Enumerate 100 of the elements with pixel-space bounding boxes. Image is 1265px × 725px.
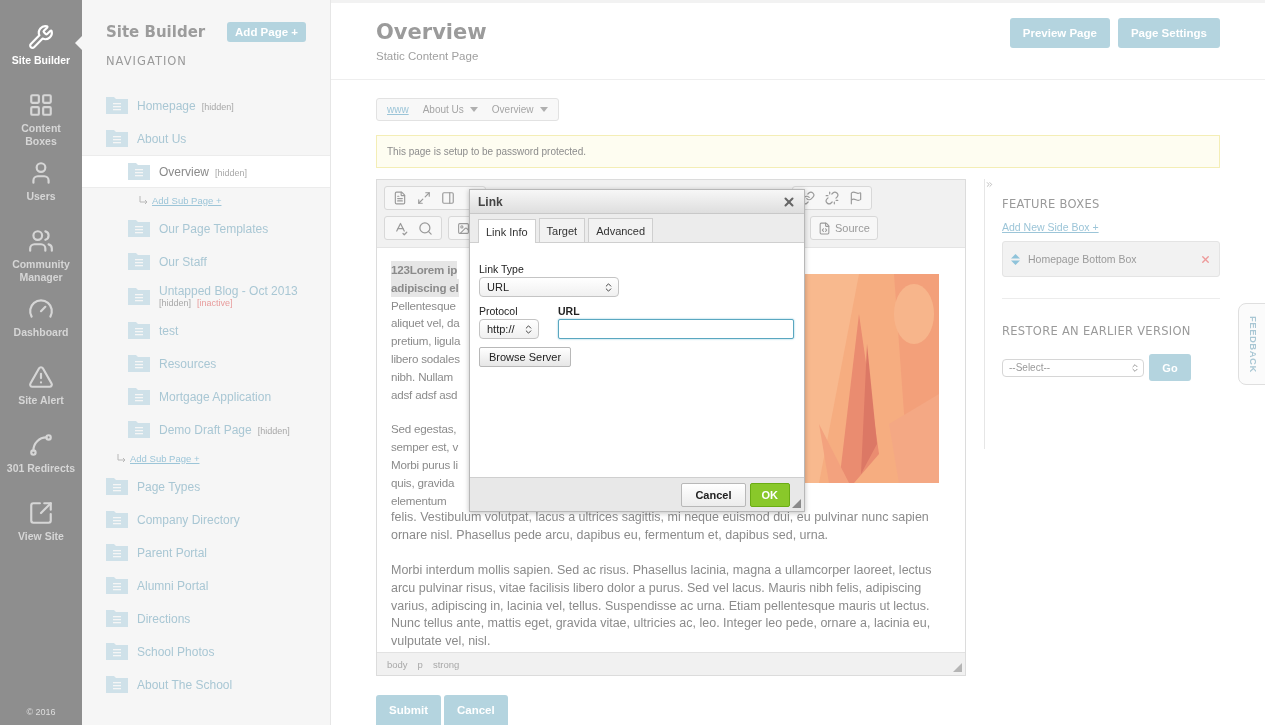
maximize-icon[interactable] <box>417 191 431 205</box>
image-icon[interactable] <box>457 221 470 235</box>
grid-icon <box>28 92 54 118</box>
text-line: semper est, v <box>391 439 458 456</box>
people-icon <box>28 228 54 254</box>
close-icon[interactable] <box>782 194 796 209</box>
external-link-icon <box>28 500 54 526</box>
breadcrumb-item[interactable]: About Us <box>422 104 478 115</box>
header-button[interactable]: Page Settings <box>1117 18 1220 48</box>
source-button[interactable]: Source <box>810 216 878 240</box>
go-button[interactable]: Go <box>1149 354 1191 381</box>
dialog-tab[interactable]: Target <box>538 218 586 242</box>
element-path-item[interactable]: body <box>387 658 408 670</box>
warning-icon <box>28 364 54 390</box>
nav-item[interactable]: Homepage [hidden] <box>82 89 330 122</box>
dialog-tab[interactable]: Advanced <box>588 218 654 242</box>
nav-item[interactable]: Untapped Blog - Oct 2013 [hidden] [inactive] <box>82 278 330 314</box>
section-heading: NAVIGATION <box>105 54 188 68</box>
feature-box-item[interactable]: Homepage Bottom Box <box>1002 241 1220 277</box>
nav-item[interactable]: Overview [hidden] <box>82 155 330 188</box>
element-path-item[interactable]: p <box>417 658 423 670</box>
body-paragraph: felis. Vestibulum volutpat, lacus a ultrices sagittis, mi neque euismod dui, eu pulvinar nunc sapien ornare nisl. Phasellus pede arcu, dapibus eu, fermentum et, dapibus sed, urna. <box>391 509 930 545</box>
breadcrumb-item[interactable]: www <box>387 104 409 115</box>
folder-icon <box>128 253 150 270</box>
nav-item-label: Resources <box>159 356 217 371</box>
folder-icon <box>128 355 150 372</box>
form-button[interactable]: Submit <box>376 695 441 725</box>
dialog-button[interactable]: OK <box>749 482 790 507</box>
add-side-box-link[interactable]: Add New Side Box + <box>1002 221 1099 233</box>
nav-item[interactable]: Mortgage Application <box>82 380 330 413</box>
nav-item-label: About The School <box>137 677 233 692</box>
sidebar-item[interactable]: Content Boxes <box>0 92 82 160</box>
sidebar-item[interactable]: View Site <box>0 500 82 568</box>
nav-item-label: About Us <box>137 131 187 146</box>
sidebar-item[interactable]: Dashboard <box>0 296 82 364</box>
resize-grip-icon[interactable] <box>953 663 962 672</box>
folder-icon <box>106 577 128 594</box>
nav-item[interactable]: test <box>82 314 330 347</box>
nav-item[interactable]: Page Types <box>82 470 330 503</box>
section-heading: FEATURE BOXES <box>1002 197 1101 211</box>
template-icon[interactable] <box>441 191 455 205</box>
element-path-item[interactable]: strong <box>432 658 460 670</box>
form-button[interactable]: Cancel <box>444 695 508 725</box>
nav-item-label: Our Staff <box>159 254 207 269</box>
document-icon[interactable] <box>393 191 407 205</box>
link-type-select[interactable]: URL <box>479 277 619 297</box>
page-title: Overview <box>376 20 487 44</box>
nav-item[interactable]: About Us <box>82 122 330 155</box>
nav-item[interactable]: Directions <box>82 602 330 635</box>
nav-item[interactable]: School Photos <box>82 635 330 668</box>
section-heading: RESTORE AN EARLIER VERSION <box>1002 324 1192 338</box>
sidebar-item[interactable]: Community Manager <box>0 228 82 296</box>
protocol-select[interactable]: http:// <box>479 319 539 339</box>
browse-server-button[interactable]: Browse Server <box>479 347 572 367</box>
add-sub-page-link[interactable]: Add Sub Page + <box>152 194 222 206</box>
page-subtitle: Static Content Page <box>376 50 480 62</box>
up-down-arrows-icon <box>523 323 534 335</box>
expand-icon[interactable] <box>985 180 994 189</box>
nav-item-label: test <box>159 323 179 338</box>
nav-item-label: Demo Draft Page <box>159 422 252 437</box>
spellcheck-icon[interactable] <box>393 220 408 236</box>
dialog-button[interactable]: Cancel <box>681 482 746 507</box>
nav-item[interactable]: Parent Portal <box>82 536 330 569</box>
url-input[interactable] <box>558 319 794 339</box>
header-button[interactable]: Preview Page <box>1009 18 1110 48</box>
nav-item-label: Overview <box>159 164 209 179</box>
alert-message: This page is setup to be password protected. <box>376 135 1220 168</box>
nav-item[interactable]: Our Page Templates <box>82 212 330 245</box>
feedback-tab[interactable]: FEEDBACK <box>1238 303 1265 385</box>
code-file-icon <box>818 221 831 235</box>
folder-icon <box>106 544 128 561</box>
unlink-icon[interactable] <box>825 191 839 205</box>
sidebar-item[interactable]: 301 Redirects <box>0 432 82 500</box>
nav-item[interactable]: Our Staff <box>82 245 330 278</box>
search-icon[interactable] <box>418 220 433 236</box>
text-line: Morbi purus li <box>391 456 458 473</box>
dialog-tab[interactable]: Link Info <box>478 219 536 243</box>
sidebar-item[interactable]: Users <box>0 160 82 228</box>
nav-item[interactable]: Alumni Portal <box>82 569 330 602</box>
sidebar-item[interactable]: Site Alert <box>0 364 82 432</box>
nav-item[interactable]: Resources <box>82 347 330 380</box>
remove-icon[interactable] <box>1200 253 1211 265</box>
up-down-arrows-icon <box>1130 362 1140 373</box>
up-down-arrows-icon <box>603 281 614 293</box>
flag-icon[interactable] <box>849 191 863 205</box>
wrench-icon <box>28 24 54 50</box>
nav-item[interactable]: About The School <box>82 668 330 701</box>
version-select[interactable]: --Select-- <box>1002 358 1144 377</box>
status-tag: [hidden] <box>257 425 290 436</box>
folder-icon <box>128 388 150 405</box>
nav-item[interactable]: Demo Draft Page [hidden] <box>82 413 330 446</box>
add-page-button[interactable]: Add Page + <box>227 22 306 42</box>
folder-icon <box>128 421 150 438</box>
folder-icon <box>106 130 128 147</box>
dialog-title: Link <box>478 194 503 209</box>
add-sub-page-link[interactable]: Add Sub Page + <box>130 452 200 464</box>
nav-item[interactable]: Company Directory <box>82 503 330 536</box>
resize-grip-icon[interactable] <box>792 499 801 508</box>
breadcrumb-item[interactable]: Overview <box>491 104 548 115</box>
text-line: libero sodales <box>391 351 460 367</box>
